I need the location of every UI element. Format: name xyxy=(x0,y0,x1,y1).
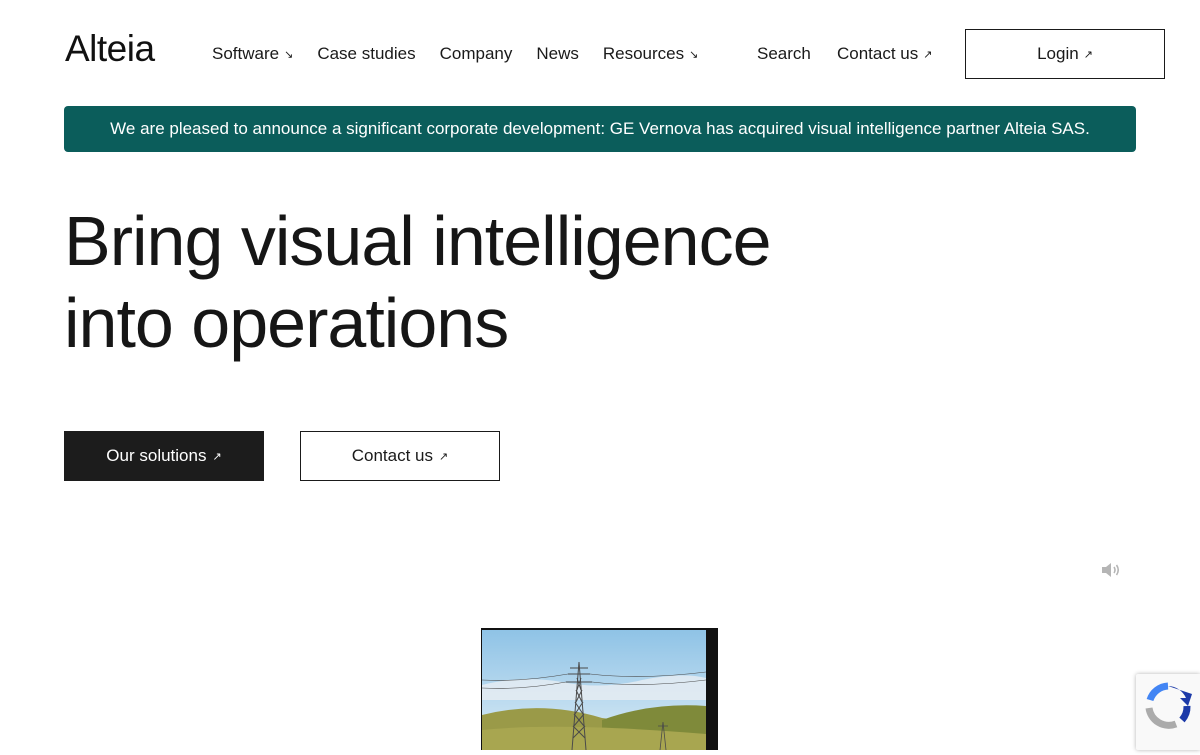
nav-resources[interactable]: Resources ↘ xyxy=(603,44,698,64)
contact-us-button[interactable]: Contact us ↗ xyxy=(300,431,500,481)
logo[interactable]: Alteia xyxy=(65,28,155,70)
nav-search[interactable]: Search xyxy=(757,44,811,64)
arrow-up-right-icon: ↗ xyxy=(439,450,449,463)
login-button[interactable]: Login ↗ xyxy=(965,29,1165,79)
hero-title-line1: Bring visual intelligence xyxy=(64,202,772,280)
nav-software[interactable]: Software ↘ xyxy=(212,44,293,64)
nav-software-label: Software xyxy=(212,44,280,63)
speaker-icon[interactable] xyxy=(1100,560,1122,580)
banner-text: We are pleased to announce a significant… xyxy=(110,119,1090,138)
nav-case-studies-label: Case studies xyxy=(317,44,416,63)
nav-case-studies[interactable]: Case studies xyxy=(317,44,415,64)
nav-news-label: News xyxy=(536,44,579,63)
nav-contact-us[interactable]: Contact us ↗ xyxy=(837,44,932,64)
our-solutions-label: Our solutions xyxy=(106,446,207,465)
nav-contact-label: Contact us xyxy=(837,44,919,63)
arrow-down-right-icon: ↘ xyxy=(689,48,699,61)
recaptcha-icon xyxy=(1145,682,1192,729)
nav-company[interactable]: Company xyxy=(440,44,513,64)
arrow-down-right-icon: ↘ xyxy=(284,48,294,61)
nav-resources-label: Resources xyxy=(602,44,685,63)
main-nav: Software ↘ Case studies Company News Res… xyxy=(212,44,698,64)
arrow-up-right-icon: ↗ xyxy=(923,48,933,61)
announcement-banner[interactable]: We are pleased to announce a significant… xyxy=(64,106,1136,152)
video-thumbnail xyxy=(482,630,706,750)
arrow-up-right-icon: ↗ xyxy=(212,450,222,463)
our-solutions-button[interactable]: Our solutions ↗ xyxy=(64,431,264,481)
nav-company-label: Company xyxy=(439,44,513,63)
arrow-up-right-icon: ↗ xyxy=(1083,48,1093,61)
hero-title-line2: into operations xyxy=(64,284,509,362)
hero-video[interactable] xyxy=(481,628,718,750)
contact-us-label: Contact us xyxy=(351,446,434,465)
nav-news[interactable]: News xyxy=(536,44,579,64)
hero-title: Bring visual intelligence into operation… xyxy=(64,200,772,364)
login-label: Login xyxy=(1037,44,1079,63)
recaptcha-badge[interactable] xyxy=(1136,674,1200,750)
